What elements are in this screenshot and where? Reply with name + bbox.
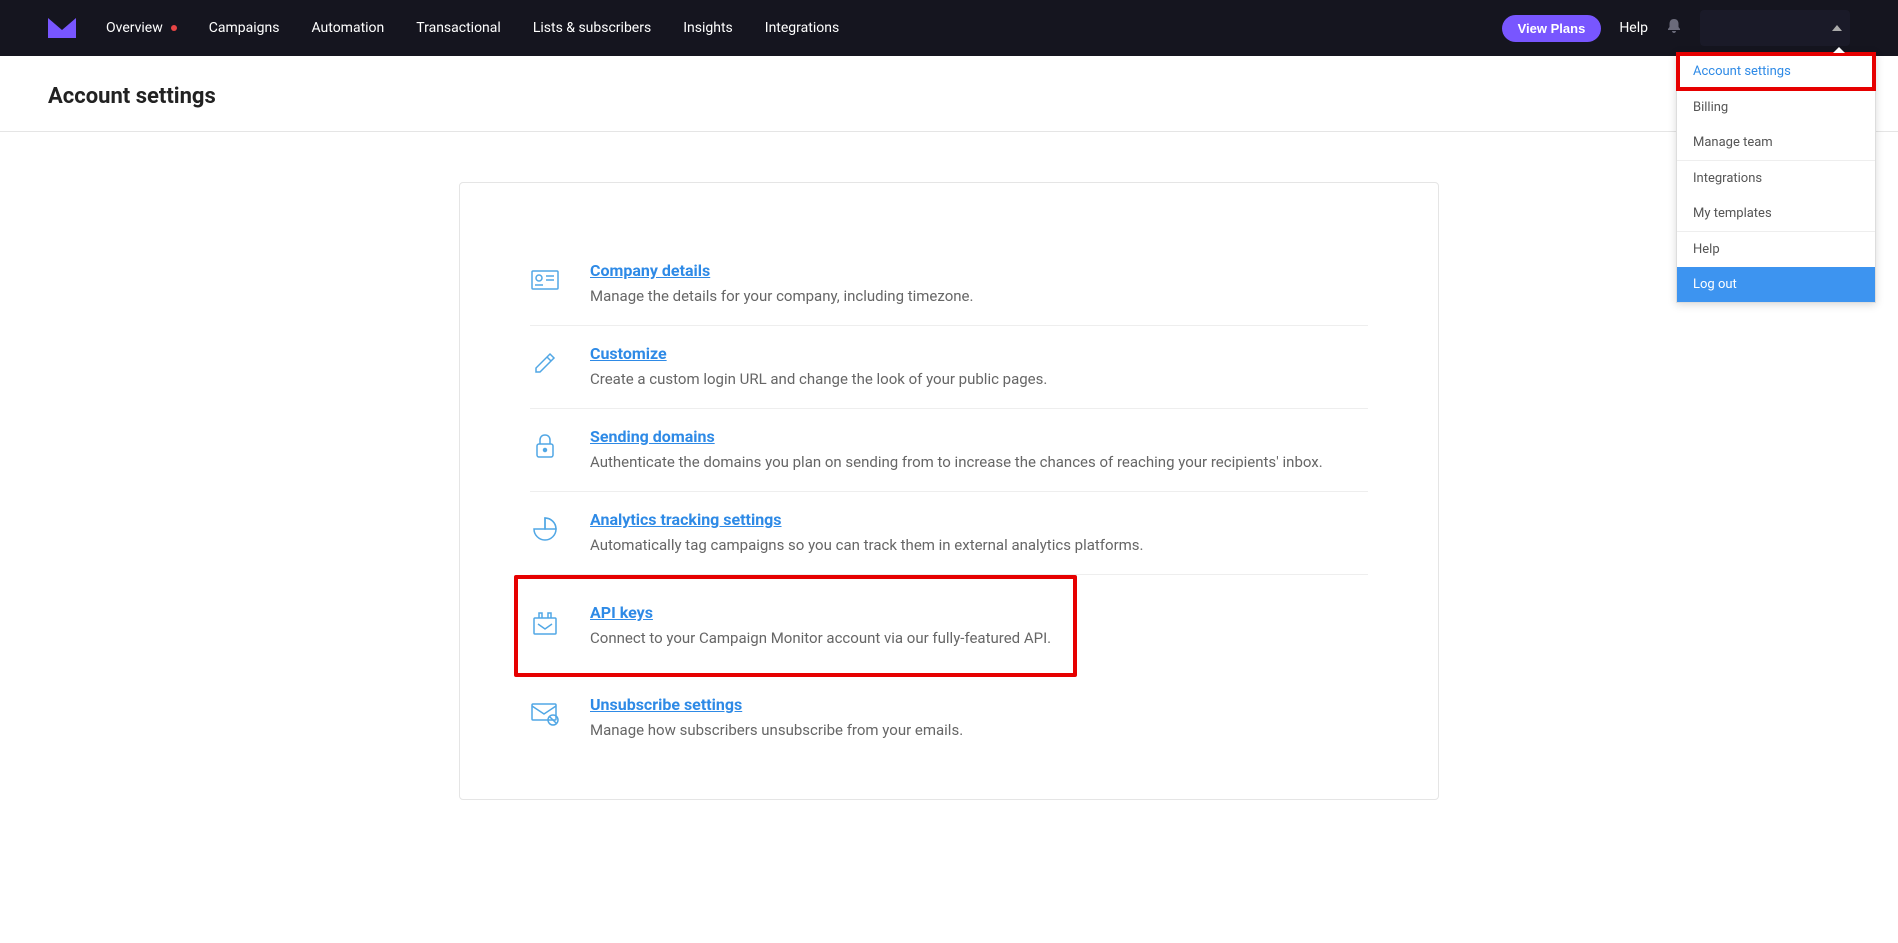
api-keys-icon [530, 607, 560, 637]
setting-customize: Customize Create a custom login URL and … [530, 326, 1368, 409]
setting-desc: Create a custom login URL and change the… [590, 369, 1368, 390]
nav-lists-subscribers[interactable]: Lists & subscribers [533, 20, 651, 36]
setting-desc: Manage how subscribers unsubscribe from … [590, 720, 1368, 741]
dropdown-logout[interactable]: Log out [1677, 267, 1875, 302]
nav-label: Transactional [416, 20, 501, 36]
nav-label: Automation [311, 20, 384, 36]
setting-desc: Connect to your Campaign Monitor account… [590, 628, 1073, 649]
page-header: Account settings [0, 56, 1898, 132]
unsubscribe-link[interactable]: Unsubscribe settings [590, 695, 742, 714]
setting-body: Analytics tracking settings Automaticall… [590, 510, 1368, 556]
sending-domains-link[interactable]: Sending domains [590, 427, 715, 446]
unsubscribe-icon [530, 699, 560, 729]
nav-label: Lists & subscribers [533, 20, 651, 36]
dropdown-account-settings[interactable]: Account settings [1676, 52, 1876, 91]
nav-transactional[interactable]: Transactional [416, 20, 501, 36]
setting-desc: Authenticate the domains you plan on sen… [590, 452, 1368, 473]
logo[interactable] [48, 18, 76, 38]
nav-integrations[interactable]: Integrations [765, 20, 839, 36]
dropdown-billing[interactable]: Billing [1677, 90, 1875, 125]
customize-icon [530, 348, 560, 378]
setting-desc: Manage the details for your company, inc… [590, 286, 1368, 307]
user-menu-toggle[interactable] [1700, 10, 1850, 46]
top-navigation: Overview Campaigns Automation Transactio… [0, 0, 1898, 56]
content-wrapper: Company details Manage the details for y… [0, 132, 1898, 850]
setting-body: Sending domains Authenticate the domains… [590, 427, 1368, 473]
user-dropdown: Account settings Billing Manage team Int… [1676, 52, 1876, 303]
nav-automation[interactable]: Automation [311, 20, 384, 36]
page-title: Account settings [48, 84, 1850, 109]
setting-analytics: Analytics tracking settings Automaticall… [530, 492, 1368, 575]
dropdown-my-templates[interactable]: My templates [1677, 196, 1875, 231]
nav-campaigns[interactable]: Campaigns [209, 20, 280, 36]
help-link[interactable]: Help [1619, 20, 1648, 36]
analytics-icon [530, 514, 560, 544]
setting-company-details: Company details Manage the details for y… [530, 243, 1368, 326]
nav-label: Integrations [765, 20, 839, 36]
customize-link[interactable]: Customize [590, 344, 667, 363]
company-details-link[interactable]: Company details [590, 261, 710, 280]
setting-unsubscribe: Unsubscribe settings Manage how subscrib… [530, 677, 1368, 759]
api-keys-link[interactable]: API keys [590, 603, 653, 622]
setting-desc: Automatically tag campaigns so you can t… [590, 535, 1368, 556]
caret-up-icon [1832, 25, 1842, 31]
dropdown-manage-team[interactable]: Manage team [1677, 125, 1875, 160]
nav-label: Overview [106, 20, 163, 36]
logo-icon [48, 18, 76, 38]
notification-dot-icon [171, 25, 177, 31]
nav-insights[interactable]: Insights [683, 20, 733, 36]
bell-icon[interactable] [1666, 18, 1682, 38]
setting-sending-domains: Sending domains Authenticate the domains… [530, 409, 1368, 492]
nav-label: Insights [683, 20, 733, 36]
nav-overview[interactable]: Overview [106, 20, 177, 36]
dropdown-integrations[interactable]: Integrations [1677, 161, 1875, 196]
setting-body: API keys Connect to your Campaign Monito… [590, 603, 1073, 649]
view-plans-button[interactable]: View Plans [1502, 15, 1602, 42]
nav-right: View Plans Help [1502, 10, 1850, 46]
analytics-link[interactable]: Analytics tracking settings [590, 510, 782, 529]
setting-body: Unsubscribe settings Manage how subscrib… [590, 695, 1368, 741]
nav-label: Campaigns [209, 20, 280, 36]
dropdown-help[interactable]: Help [1677, 232, 1875, 267]
sending-domains-icon [530, 431, 560, 461]
setting-body: Company details Manage the details for y… [590, 261, 1368, 307]
settings-card: Company details Manage the details for y… [459, 182, 1439, 800]
setting-body: Customize Create a custom login URL and … [590, 344, 1368, 390]
company-details-icon [530, 265, 560, 295]
setting-api-keys: API keys Connect to your Campaign Monito… [514, 575, 1077, 677]
nav-items: Overview Campaigns Automation Transactio… [106, 20, 839, 36]
